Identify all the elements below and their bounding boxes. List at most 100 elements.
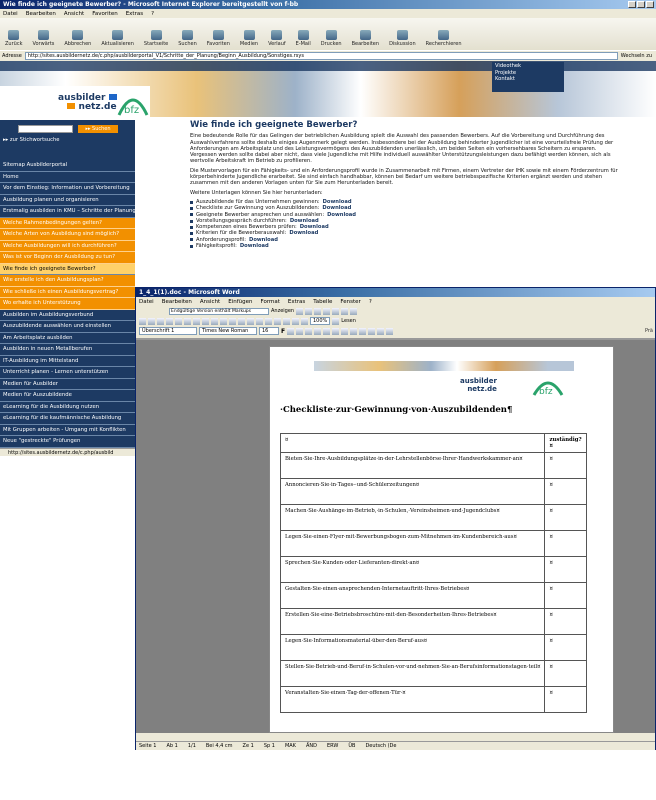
toolbar-button[interactable]: Medien — [235, 30, 263, 47]
task-cell[interactable]: Legen·Sie·einen·Flyer·mit·Bewerbungsboge… — [279, 530, 546, 557]
toolbar-button[interactable]: Aktualisieren — [96, 30, 139, 47]
nav-item[interactable]: IT-Ausbildung im Mittelstand — [0, 355, 135, 367]
word-menu-item[interactable]: ? — [369, 299, 372, 305]
doc-header-banner — [314, 361, 574, 371]
responsible-cell[interactable]: ¤ — [544, 504, 587, 531]
nav-item[interactable]: Wie erstelle ich den Ausbildungsplan? — [0, 275, 135, 287]
toolbar-button[interactable]: E-Mail — [291, 30, 316, 47]
toolbar-button[interactable]: Recherchieren — [421, 30, 467, 47]
document-page[interactable]: ausbilder netz.de bfz ·Checkliste·zur·Gew… — [269, 346, 614, 733]
task-cell[interactable]: Legen·Sie·Informationsmaterial·über·den·… — [279, 634, 546, 661]
responsible-cell[interactable]: ¤ — [544, 634, 587, 661]
nav-item[interactable]: eLearning für die kaufmännische Ausbildu… — [0, 413, 135, 425]
ie-menu-item[interactable]: Datei — [3, 11, 18, 17]
ie-menu-item[interactable]: Ansicht — [64, 11, 84, 17]
responsible-cell[interactable]: ¤ — [544, 530, 587, 557]
maximize-button[interactable] — [637, 1, 645, 8]
nav-item[interactable]: Was ist vor Beginn der Ausbildung zu tun… — [0, 252, 135, 264]
toolbar-button[interactable]: Suchen — [173, 30, 202, 47]
ie-menu-item[interactable]: Extras — [126, 11, 143, 17]
word-menu-item[interactable]: Format — [261, 299, 280, 305]
nav-item[interactable]: Ausbildung planen und organisieren — [0, 194, 135, 206]
nav-item[interactable]: Wo erhalte ich Unterstützung — [0, 298, 135, 310]
nav-item[interactable]: Medien für Auszubildende — [0, 390, 135, 402]
word-menu-item[interactable]: Fenster — [340, 299, 360, 305]
nav-item[interactable]: Neue "gestreckte" Prüfungen — [0, 436, 135, 448]
markup-select[interactable]: Endgültige Version enthält Markups — [169, 307, 269, 315]
word-menu-item[interactable]: Einfügen — [228, 299, 252, 305]
keyword-search-link[interactable]: ▸▸ zur Stichwortsuche — [3, 137, 59, 143]
task-cell[interactable]: Sprechen·Sie·Kunden·oder·Lieferanten·dir… — [279, 556, 546, 583]
download-link[interactable]: Download — [327, 212, 356, 218]
table-row: Legen·Sie·einen·Flyer·mit·Bewerbungsboge… — [279, 530, 587, 557]
nav-item[interactable]: Auszubildende auswählen und einstellen — [0, 321, 135, 333]
nav-item[interactable]: eLearning für die Ausbildung nutzen — [0, 401, 135, 413]
ie-menu-item[interactable]: Bearbeiten — [26, 11, 56, 17]
toolbar-button[interactable]: Vorwärts — [27, 30, 59, 47]
top-menu-item[interactable]: Kontakt — [495, 76, 561, 83]
toolbar-button[interactable]: Verlauf — [263, 30, 291, 47]
responsible-cell[interactable]: ¤ — [544, 660, 587, 687]
nav-item[interactable]: Mit Gruppen arbeiten - Umgang mit Konfli… — [0, 424, 135, 436]
toolbar-button[interactable]: Drucken — [316, 30, 347, 47]
nav-item[interactable]: Wie schließe ich einen Ausbildungsvertra… — [0, 286, 135, 298]
toolbar-label: Vorwärts — [32, 41, 55, 47]
zoom-select[interactable]: 100% — [310, 317, 331, 325]
toolbar-button[interactable]: Favoriten — [202, 30, 235, 47]
toolbar-button[interactable]: Diskussion — [384, 30, 421, 47]
nav-item[interactable]: Ausbilden im Ausbildungsverbund — [0, 309, 135, 321]
task-cell[interactable]: Gestalten·Sie·einen·ansprechenden·Intern… — [279, 582, 546, 609]
bold-button[interactable]: F — [281, 328, 285, 335]
toolbar-button[interactable]: Zurück — [0, 30, 27, 47]
download-link[interactable]: Download — [289, 230, 318, 236]
nav-item[interactable]: Welche Arten von Ausbildung sind möglich… — [0, 229, 135, 241]
nav-item[interactable]: Vor dem Einstieg: Information und Vorber… — [0, 183, 135, 195]
ie-menu-item[interactable]: ? — [151, 11, 154, 17]
nav-item[interactable]: Unterricht planen - Lernen unterstützen — [0, 367, 135, 379]
task-cell[interactable]: Bieten·Sie·Ihre·Ausbildungsplätze·in·der… — [279, 452, 546, 479]
search-button[interactable]: ▸▸ Suchen — [78, 125, 118, 133]
toolbar-button[interactable]: Startseite — [139, 30, 173, 47]
responsible-cell[interactable]: ¤ — [544, 686, 587, 713]
style-select[interactable]: Überschrift 1 — [139, 327, 197, 335]
responsible-cell[interactable]: ¤ — [544, 478, 587, 505]
nav-item[interactable]: Wie finde ich geeignete Bewerber? — [0, 263, 135, 275]
toolbar-icon — [325, 30, 337, 40]
responsible-cell[interactable]: ¤ — [544, 582, 587, 609]
word-menu-item[interactable]: Extras — [288, 299, 305, 305]
read-mode-button[interactable]: Lesen — [341, 318, 356, 324]
nav-item[interactable]: Medien für Ausbilder — [0, 378, 135, 390]
task-cell[interactable]: Erstellen·Sie·eine·Betriebsbroschüre·mit… — [279, 608, 546, 635]
toolbar-button[interactable]: Abbrechen — [59, 30, 96, 47]
responsible-cell[interactable]: ¤ — [544, 452, 587, 479]
nav-item[interactable]: Sitemap Ausbilderportal — [0, 160, 135, 172]
ie-menu-item[interactable]: Favoriten — [92, 11, 117, 17]
toolbar-button[interactable]: Bearbeiten — [347, 30, 384, 47]
close-button[interactable] — [646, 1, 654, 8]
word-menu-item[interactable]: Tabelle — [313, 299, 332, 305]
nav-item[interactable]: Home — [0, 171, 135, 183]
nav-item[interactable]: Welche Ausbildungen will ich durchführen… — [0, 240, 135, 252]
address-input[interactable]: http://sites.ausbildernetz.de/c.php/ausb… — [24, 52, 618, 60]
responsible-cell[interactable]: ¤ — [544, 556, 587, 583]
word-menu-item[interactable]: Datei — [139, 299, 154, 305]
task-cell[interactable]: Stellen·Sie·Betrieb·und·Beruf·in·Schulen… — [279, 660, 546, 687]
font-select[interactable]: Times New Roman — [199, 327, 257, 335]
nav-item[interactable]: Ausbilden in neuen Metallberufen — [0, 344, 135, 356]
nav-item[interactable]: Am Arbeitsplatz ausbilden — [0, 332, 135, 344]
word-menu-item[interactable]: Ansicht — [200, 299, 220, 305]
download-link[interactable]: Download — [240, 243, 269, 249]
word-menu-item[interactable]: Bearbeiten — [162, 299, 192, 305]
size-select[interactable]: 16 — [259, 327, 279, 335]
search-input[interactable] — [18, 125, 73, 133]
minimize-button[interactable] — [628, 1, 636, 8]
task-cell[interactable]: Annoncieren·Sie·in·Tages-·und·Schülerzei… — [279, 478, 546, 505]
task-cell[interactable]: Veranstalten·Sie·einen·Tag·der·offenen·T… — [279, 686, 546, 713]
toolbar-icon — [271, 30, 283, 40]
nav-item[interactable]: Erstmalig ausbilden in KMU – Schritte de… — [0, 206, 135, 218]
responsible-cell[interactable]: ¤ — [544, 608, 587, 635]
anzeigen-button[interactable]: Anzeigen — [271, 308, 294, 314]
task-cell[interactable]: Machen·Sie·Aushänge·im·Betrieb,·in·Schul… — [279, 504, 546, 531]
nav-item[interactable]: Welche Rahmenbedingungen gelten? — [0, 217, 135, 229]
go-button[interactable]: Wechseln zu — [621, 53, 656, 59]
